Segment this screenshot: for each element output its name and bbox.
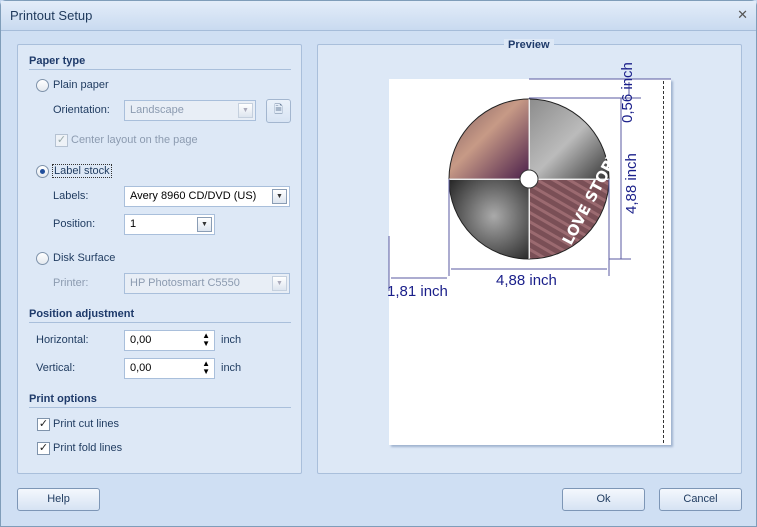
print-cut-lines-checkbox[interactable]: ✓	[37, 418, 50, 431]
chevron-down-icon: ▼	[238, 103, 253, 118]
spinner-arrows-icon[interactable]: ▲ ▼	[202, 332, 210, 348]
position-select[interactable]: 1 ▼	[124, 214, 215, 235]
title-bar: Printout Setup ✕	[1, 1, 756, 31]
page-rotate-icon: 🗎	[274, 104, 283, 116]
printer-value: HP Photosmart C5550	[130, 277, 240, 289]
vertical-spinner[interactable]: 0,00 ▲ ▼	[124, 358, 215, 379]
vertical-value: 0,00	[130, 362, 152, 374]
vertical-unit: inch	[221, 362, 242, 374]
dimension-width-label: 4,88 inch	[496, 272, 557, 289]
disk-surface-radio[interactable]	[36, 252, 49, 265]
center-layout-checkbox[interactable]: ✓	[55, 134, 68, 147]
printer-select[interactable]: HP Photosmart C5550 ▼	[124, 273, 290, 294]
horizontal-spinner[interactable]: 0,00 ▲ ▼	[124, 330, 215, 351]
orientation-value: Landscape	[130, 104, 184, 116]
chevron-down-icon: ▼	[272, 189, 287, 204]
paper-type-heading: Paper type	[29, 55, 86, 67]
plain-paper-label: Plain paper	[53, 79, 109, 91]
printout-setup-dialog: Printout Setup ✕ Paper type Plain paper …	[0, 0, 757, 527]
photo-quadrant	[449, 180, 529, 259]
window-title: Printout Setup	[10, 8, 93, 23]
vertical-label: Vertical:	[36, 362, 76, 374]
preview-heading: Preview	[504, 39, 554, 51]
dimension-top-label: 0,56 inch	[619, 62, 636, 123]
disc-center-hole	[519, 169, 539, 189]
orientation-label: Orientation:	[53, 104, 110, 116]
orientation-select[interactable]: Landscape ▼	[124, 100, 256, 121]
settings-panel: Paper type Plain paper Orientation: Land…	[17, 44, 302, 474]
position-label: Position:	[53, 218, 96, 230]
chevron-down-icon: ▼	[197, 217, 212, 232]
print-fold-lines-checkbox[interactable]: ✓	[37, 442, 50, 455]
labels-label: Labels:	[53, 190, 89, 202]
center-layout-label: Center layout on the page	[71, 134, 198, 146]
plain-paper-radio[interactable]	[36, 79, 49, 92]
horizontal-value: 0,00	[130, 334, 152, 346]
orientation-toggle-button[interactable]: 🗎	[266, 99, 291, 123]
ok-button[interactable]: Ok	[562, 488, 645, 511]
dimension-height-label: 4,88 inch	[623, 153, 640, 214]
cancel-button[interactable]: Cancel	[659, 488, 742, 511]
position-value: 1	[130, 218, 137, 230]
horizontal-label: Horizontal:	[36, 334, 89, 346]
labels-select[interactable]: Avery 8960 CD/DVD (US) ▼	[124, 186, 290, 207]
printer-label: Printer:	[53, 277, 89, 289]
horizontal-unit: inch	[221, 334, 242, 346]
print-options-heading: Print options	[29, 393, 97, 405]
close-icon[interactable]: ✕	[737, 7, 748, 23]
position-adjustment-heading: Position adjustment	[29, 308, 135, 320]
help-button[interactable]: Help	[17, 488, 100, 511]
photo-quadrant	[449, 99, 529, 179]
label-stock-radio[interactable]	[36, 165, 49, 178]
spinner-arrows-icon[interactable]: ▲ ▼	[202, 360, 210, 376]
label-stock-label: Label stock	[52, 164, 112, 178]
labels-value: Avery 8960 CD/DVD (US)	[130, 190, 257, 202]
chevron-down-icon: ▼	[272, 276, 287, 291]
print-cut-lines-label: Print cut lines	[53, 418, 120, 430]
dimension-left-label: 1,81 inch	[387, 283, 448, 300]
disk-surface-label: Disk Surface	[53, 252, 116, 264]
print-fold-lines-label: Print fold lines	[53, 442, 123, 454]
